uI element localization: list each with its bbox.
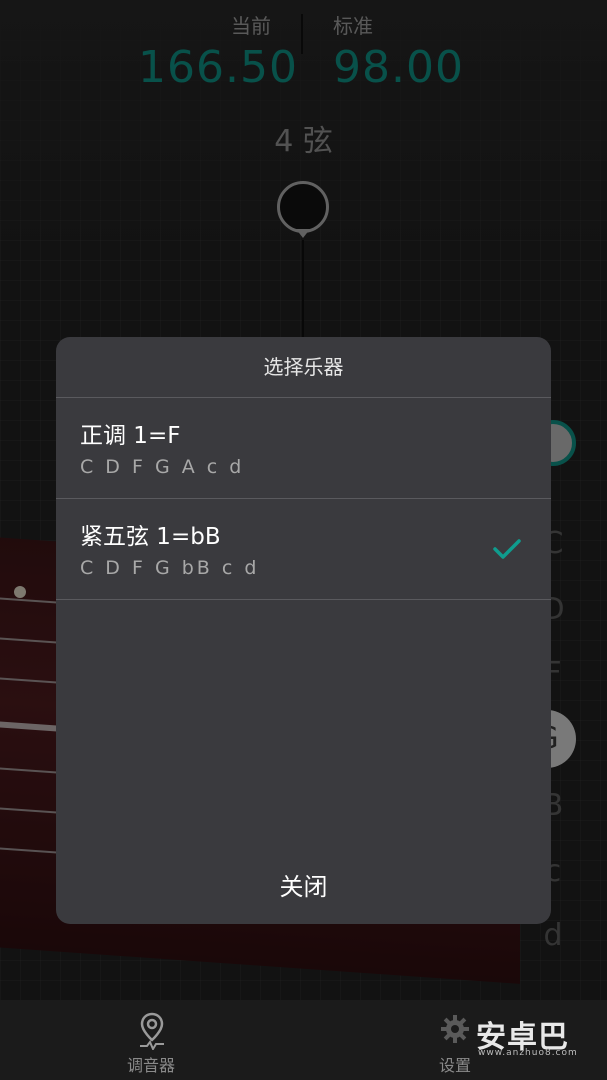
instrument-option-name: 紧五弦 1=bB xyxy=(80,524,221,550)
tab-tuner[interactable]: 调音器 xyxy=(110,1000,194,1080)
instrument-option[interactable]: 正调 1=F C D F G A c d xyxy=(56,398,551,498)
dialog-title: 选择乐器 xyxy=(263,355,344,379)
tab-tuner-label: 调音器 xyxy=(127,1056,176,1075)
dialog-divider xyxy=(56,599,551,600)
instrument-option-notes: C D F G A c d xyxy=(80,456,245,478)
instrument-option-name: 正调 1=F xyxy=(80,423,181,449)
checkmark-icon xyxy=(493,539,521,559)
tab-settings-label: 设置 xyxy=(439,1056,472,1075)
watermark-url: www.anzhuo8.com xyxy=(478,1048,578,1058)
instrument-option-notes: C D F G bB c d xyxy=(80,557,260,579)
gear-icon xyxy=(441,1015,469,1043)
instrument-select-dialog: 选择乐器 正调 1=F C D F G A c d 紧五弦 1=bB C D F… xyxy=(56,337,551,924)
instrument-option-selected[interactable]: 紧五弦 1=bB C D F G bB c d xyxy=(56,499,551,599)
close-button[interactable]: 关闭 xyxy=(56,857,551,917)
location-pin-pulse-icon xyxy=(140,1012,164,1050)
